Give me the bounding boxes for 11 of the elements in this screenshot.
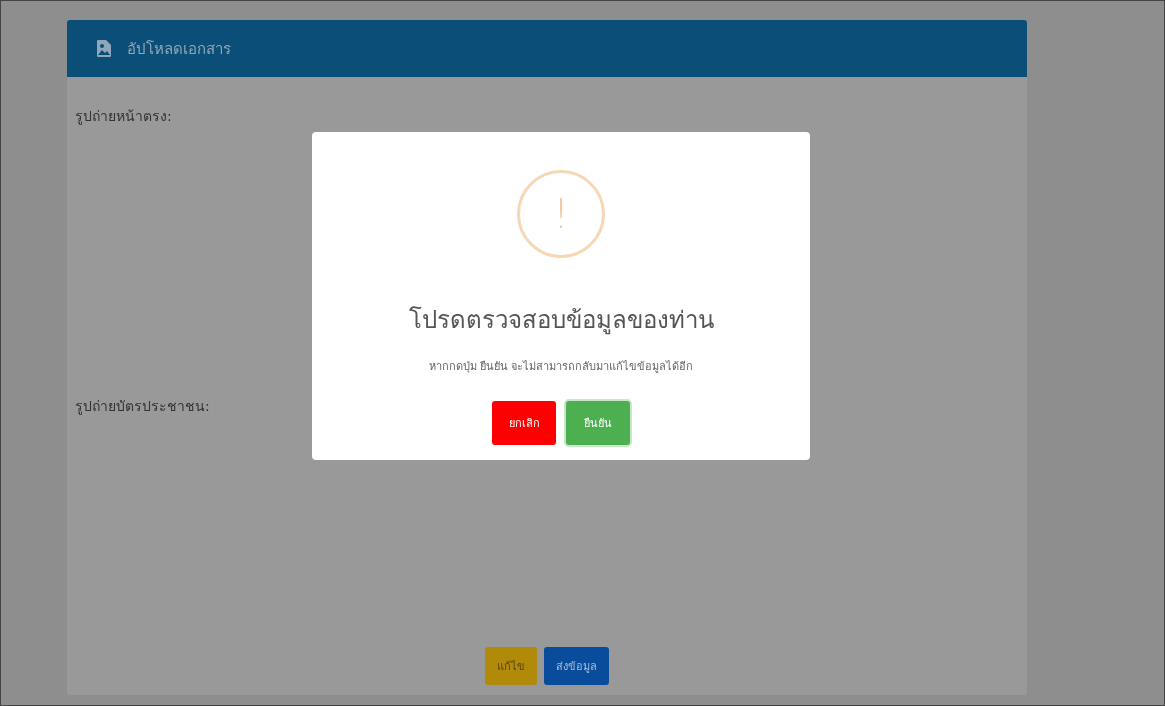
edit-button[interactable]: แก้ไข (485, 647, 537, 685)
confirm-button[interactable]: ยืนยัน (566, 401, 630, 445)
dialog-message: หากกดปุ่ม ยืนยัน จะไม่สามารถกลับมาแก้ไขข้อมูลได้อีก (428, 359, 694, 375)
submit-button[interactable]: ส่งข้อมูล (544, 647, 609, 685)
field-label: รูปถ่ายหน้าตรง: (75, 107, 172, 127)
dialog-title: โปรดตรวจสอบข้อมูลของท่าน (408, 305, 714, 337)
field-label: รูปถ่ายบัตรประชาชน: (75, 397, 210, 417)
card-title: อัปโหลดเอกสาร (127, 38, 231, 60)
warning-icon: ! (517, 170, 605, 258)
cancel-button[interactable]: ยกเลิก (492, 401, 556, 445)
image-icon (97, 40, 111, 57)
